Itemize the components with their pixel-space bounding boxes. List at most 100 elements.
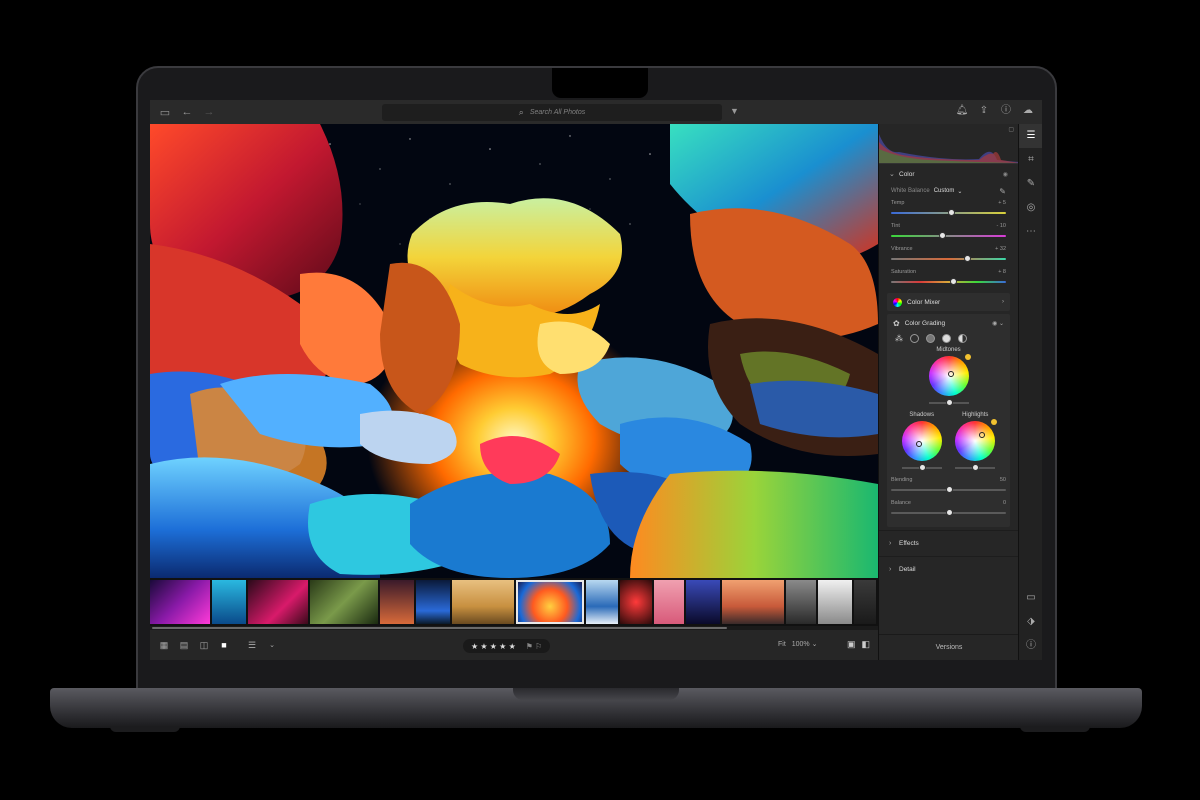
filmstrip-thumb[interactable] — [212, 580, 246, 624]
color-section-header[interactable]: ⌄ Color ◉ — [879, 164, 1018, 184]
eyedropper-icon[interactable]: ✎ — [999, 187, 1006, 196]
detail-section-header[interactable]: › Detail — [879, 556, 1018, 582]
slider-saturation[interactable]: Saturation + 8 — [879, 267, 1018, 290]
zoom-control[interactable]: Fit 100% ⌄ — [778, 640, 817, 648]
midtones-luminance-slider[interactable] — [928, 399, 969, 406]
shadows-mode-icon[interactable] — [910, 334, 919, 343]
slider-track[interactable] — [891, 278, 1006, 285]
more-icon[interactable]: ⋯ — [1019, 220, 1042, 244]
wheel-handle[interactable] — [947, 371, 954, 377]
filmstrip-thumb[interactable] — [310, 580, 378, 624]
info-overlay-icon[interactable]: ▣ — [847, 639, 856, 650]
effects-section-header[interactable]: › Effects — [879, 530, 1018, 556]
slider-track[interactable] — [891, 509, 1006, 516]
highlights-color-wheel[interactable] — [955, 419, 998, 461]
three-way-icon[interactable]: ⁂ — [895, 334, 903, 343]
slider-knob[interactable] — [945, 486, 953, 493]
tag-icon[interactable]: ⬗ — [1019, 610, 1042, 634]
help-icon[interactable]: ⓘ — [998, 103, 1014, 119]
filmstrip-thumb[interactable] — [818, 580, 852, 624]
slider-knob[interactable] — [947, 209, 955, 216]
balance-slider[interactable]: Balance 0 — [887, 500, 1010, 523]
shadows-luminance-slider[interactable] — [901, 464, 942, 471]
balance-value[interactable]: 0 — [1003, 500, 1006, 506]
comment-icon[interactable]: ▭ — [1019, 586, 1042, 610]
highlights-luminance-slider[interactable] — [955, 464, 996, 471]
slider-knob[interactable] — [918, 464, 926, 471]
slider-track[interactable] — [891, 209, 1006, 216]
photo-grid-icon[interactable]: ▤ — [174, 640, 194, 651]
edit-sliders-icon[interactable]: ☰ — [1019, 124, 1042, 148]
filmstrip-thumb[interactable] — [722, 580, 784, 624]
filmstrip-thumb[interactable] — [686, 580, 720, 624]
filmstrip-thumb[interactable] — [620, 580, 652, 624]
filmstrip-thumb[interactable] — [786, 580, 816, 624]
filmstrip-thumb[interactable] — [452, 580, 514, 624]
forward-arrow-icon[interactable]: → — [198, 106, 220, 118]
eye-icon[interactable]: ◉ ⌄ — [992, 320, 1004, 327]
slider-value[interactable]: + 32 — [995, 246, 1006, 252]
healing-brush-icon[interactable]: ✎ — [1019, 172, 1042, 196]
filter-icon[interactable]: ▼ — [730, 106, 739, 116]
slider-track[interactable] — [891, 232, 1006, 239]
color-grading-header[interactable]: ✿ Color Grading ◉ ⌄ — [887, 314, 1010, 332]
chevron-right-icon: › — [889, 566, 892, 573]
midtones-mode-icon[interactable] — [926, 334, 935, 343]
midtones-color-wheel[interactable] — [928, 354, 971, 396]
white-balance-select[interactable]: Custom — [934, 188, 955, 194]
filmstrip-thumb[interactable] — [854, 580, 876, 624]
share-icon[interactable]: ⇪ — [976, 103, 992, 119]
slider-knob[interactable] — [945, 509, 953, 516]
slider-knob[interactable] — [972, 464, 980, 471]
slider-value[interactable]: - 10 — [997, 223, 1006, 229]
filmstrip-thumb[interactable] — [150, 580, 210, 624]
back-arrow-icon[interactable]: ← — [176, 106, 198, 118]
slider-track[interactable] — [891, 255, 1006, 262]
filmstrip-thumb-selected[interactable] — [516, 580, 584, 624]
filmstrip-thumb[interactable] — [416, 580, 450, 624]
crop-icon[interactable]: ⌗ — [1019, 148, 1042, 172]
slider-value[interactable]: + 5 — [998, 200, 1006, 206]
chevron-down-icon[interactable]: ⌄ — [262, 641, 282, 649]
eye-icon[interactable]: ◉ — [1003, 171, 1008, 178]
wheel-handle[interactable] — [915, 441, 922, 447]
flag-icons[interactable]: ⚑ ⚐ — [526, 642, 543, 651]
slider-tint[interactable]: Tint - 10 — [879, 221, 1018, 244]
blending-slider[interactable]: Blending 50 — [887, 477, 1010, 500]
shadows-color-wheel[interactable] — [901, 421, 942, 461]
slider-vibrance[interactable]: Vibrance + 32 — [879, 244, 1018, 267]
color-mixer-section[interactable]: Color Mixer › — [887, 293, 1010, 311]
search-input[interactable]: ⌕ Search All Photos — [382, 104, 722, 121]
slider-knob[interactable] — [945, 399, 953, 406]
filmstrip-thumb[interactable] — [586, 580, 618, 624]
sort-icon[interactable]: ☰ — [242, 640, 262, 651]
slider-value[interactable]: + 8 — [998, 269, 1006, 275]
star-rating[interactable]: ★ ★ ★ ★ ★ ⚑ ⚐ — [463, 639, 551, 653]
filmstrip-scroll-thumb[interactable] — [152, 627, 727, 629]
masking-icon[interactable]: ◎ — [1019, 196, 1042, 220]
blending-value[interactable]: 50 — [1000, 477, 1006, 483]
slider-track[interactable] — [891, 486, 1006, 493]
compare-view-icon[interactable]: ◫ — [194, 640, 214, 651]
before-after-icon[interactable]: ◧ — [861, 639, 870, 650]
slider-knob[interactable] — [963, 255, 971, 262]
rating-stars[interactable]: ★ ★ ★ ★ ★ — [471, 642, 516, 651]
detail-view-icon[interactable]: ■ — [214, 640, 234, 650]
filmstrip-thumb[interactable] — [654, 580, 684, 624]
bell-icon[interactable]: 🔔︎ — [954, 103, 970, 119]
histogram-options-icon[interactable]: ▢ — [1008, 126, 1014, 133]
slider-knob[interactable] — [938, 232, 946, 239]
wheel-handle[interactable] — [979, 432, 986, 438]
info-icon[interactable]: ⓘ — [1019, 634, 1042, 658]
slider-knob[interactable] — [950, 278, 958, 285]
slider-temp[interactable]: Temp + 5 — [879, 198, 1018, 221]
sidebar-icon[interactable]: ▭ — [154, 106, 176, 119]
filmstrip-thumb[interactable] — [248, 580, 308, 624]
versions-button[interactable]: Versions — [879, 634, 1019, 660]
filmstrip-thumb[interactable] — [380, 580, 414, 624]
main-photo[interactable] — [150, 124, 878, 578]
global-mode-icon[interactable] — [958, 334, 967, 343]
cloud-icon[interactable]: ☁ — [1020, 103, 1036, 119]
highlights-mode-icon[interactable] — [942, 334, 951, 343]
square-grid-icon[interactable]: ▦ — [154, 640, 174, 651]
